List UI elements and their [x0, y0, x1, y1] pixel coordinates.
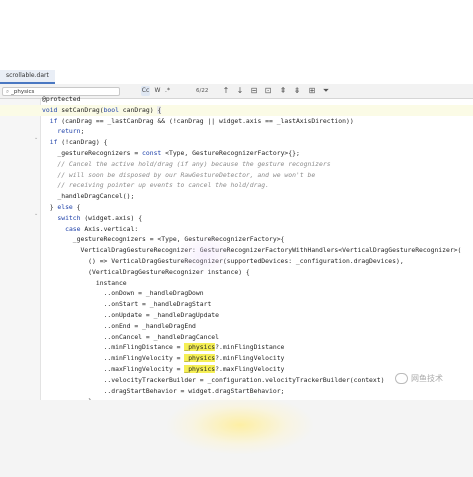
code-text: // receiving pointer up events to cancel… — [57, 181, 270, 190]
code-line[interactable]: // receiving pointer up events to cancel… — [0, 180, 473, 191]
code-line[interactable]: } else { — [0, 202, 473, 213]
code-text: _handleDragCancel(); — [42, 192, 135, 201]
code-text: VerticalDragGestureRecognizer: GestureRe… — [42, 246, 462, 255]
code-text: ..minFlingVelocity = _physics?.minFlingV… — [42, 354, 285, 363]
code-text: // will soon be disposed by our RawGestu… — [57, 170, 316, 179]
code-line[interactable]: case Axis.vertical: — [0, 224, 473, 235]
code-text: } else { — [42, 203, 81, 211]
screen-glare — [175, 235, 235, 275]
code-line[interactable]: // will soon be disposed by our RawGestu… — [0, 170, 473, 181]
code-line[interactable]: (VerticalDragGestureRecognizer instance)… — [0, 267, 473, 278]
code-text: return; — [57, 127, 85, 136]
code-line[interactable]: ..onCancel = _handleDragCancel — [0, 332, 473, 343]
code-line[interactable]: ..onStart = _handleDragStart — [0, 299, 473, 310]
code-text: ..onUpdate = _handleDragUpdate — [42, 311, 219, 319]
watermark: 网鱼技术 — [395, 372, 443, 386]
code-line[interactable]: switch (widget.axis) { — [0, 213, 473, 224]
tab-scrollable-dart[interactable]: scrollable.dart — [0, 70, 55, 84]
code-text: ..maxFlingVelocity = _physics?.maxFlingV… — [42, 365, 285, 373]
code-line[interactable]: // Cancel the active hold/drag (if any) … — [0, 159, 473, 170]
code-line[interactable]: VerticalDragGestureRecognizer: GestureRe… — [0, 245, 473, 256]
code-line[interactable]: ..onDown = _handleDragDown — [0, 288, 473, 299]
code-line[interactable]: _gestureRecognizers = <Type, GestureReco… — [0, 234, 473, 245]
code-line[interactable]: if (!canDrag) { — [0, 137, 473, 148]
code-text: case Axis.vertical: — [65, 224, 139, 233]
code-text: ..velocityTrackerBuilder = _configuratio… — [42, 375, 385, 384]
code-text: _gestureRecognizers = <Type, GestureReco… — [42, 235, 285, 244]
code-text: ..onStart = _handleDragStart — [42, 300, 212, 309]
code-text: ..minFlingDistance = _physics?.minFlingD… — [42, 343, 285, 352]
code-line[interactable]: if (canDrag == _lastCanDrag && (!canDrag… — [0, 116, 473, 127]
code-text: ..onEnd = _handleDragEnd — [42, 321, 196, 330]
code-text: void setCanDrag(bool canDrag) { — [42, 105, 162, 114]
code-text: ..onCancel = _handleDragCancel — [42, 332, 219, 341]
code-text: if (!canDrag) { — [49, 138, 108, 147]
code-line[interactable]: ..onEnd = _handleDragEnd — [0, 321, 473, 332]
code-text: if (canDrag == _lastCanDrag && (!canDrag… — [49, 116, 354, 125]
code-text: }, — [42, 396, 96, 400]
code-line[interactable]: ..minFlingVelocity = _physics?.minFlingV… — [0, 353, 473, 364]
editor-window: scrollable.dart ⌕ _physics Cc W .* 6/22 ↑… — [0, 0, 473, 400]
code-line[interactable]: @protected — [0, 94, 473, 105]
code-text: // Cancel the active hold/drag (if any) … — [57, 159, 331, 168]
code-line[interactable]: instance — [0, 278, 473, 289]
code-text: @protected — [42, 95, 81, 103]
code-line[interactable]: ..onUpdate = _handleDragUpdate — [0, 310, 473, 321]
code-line[interactable]: () => VerticalDragGestureRecognizer(supp… — [0, 256, 473, 267]
wechat-logo-icon — [395, 373, 408, 384]
code-text: switch (widget.axis) { — [57, 213, 143, 222]
code-line[interactable]: void setCanDrag(bool canDrag) { — [0, 104, 473, 116]
watermark-text: 网鱼技术 — [411, 374, 443, 383]
code-text: instance — [42, 278, 127, 287]
code-line[interactable]: ..minFlingDistance = _physics?.minFlingD… — [0, 342, 473, 353]
light-reflection — [165, 395, 315, 455]
code-line[interactable]: _gestureRecognizers = const <Type, Gestu… — [0, 148, 473, 159]
code-line[interactable]: _handleDragCancel(); — [0, 191, 473, 202]
code-line[interactable]: return; — [0, 126, 473, 137]
code-text: _gestureRecognizers = const <Type, Gestu… — [42, 149, 300, 157]
code-text: ..onDown = _handleDragDown — [42, 289, 204, 298]
